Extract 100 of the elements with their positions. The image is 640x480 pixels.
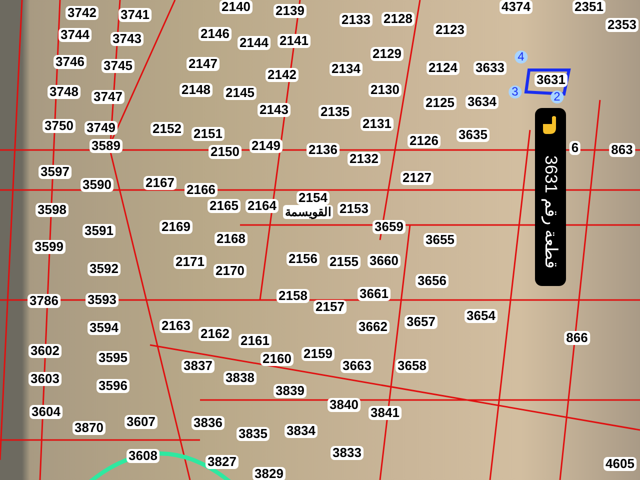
road-label: القويسمة [283,205,333,219]
parcel-number: 3742 [66,6,98,20]
parcel-number: 2167 [144,176,176,190]
parcel-number: 4605 [604,457,636,471]
parcel-number: 2168 [214,232,248,246]
parcel-number: 2129 [370,47,404,61]
parcel-number: 2148 [180,83,212,97]
parcel-number: 2145 [224,86,256,100]
parcel-number: 3598 [36,203,68,217]
parcel-number: 3660 [368,254,400,268]
parcel-number: 3596 [96,379,130,393]
parcel-number: 2136 [306,143,340,157]
parcel-number: 6 [569,141,581,155]
parcel-number: 3835 [236,427,270,441]
parcel-number: 3829 [252,467,286,480]
parcel-number: 2156 [286,252,320,266]
parcel-number: 3841 [368,406,402,420]
parcel-number: 2164 [246,199,278,213]
parcel-number: 3602 [28,344,62,358]
parcel-number: 3657 [404,315,438,329]
parcel-number: 2161 [238,334,272,348]
parcel-number: 2162 [198,327,232,341]
parcel-number: 3631 [534,73,568,87]
parcel-number: 3839 [274,384,306,398]
parcel-number: 3840 [328,398,360,412]
parcel-number: 4374 [500,0,532,14]
parcel-number: 2171 [174,255,206,269]
parcel-number: 3827 [206,455,238,469]
parcel-number: 3746 [54,55,86,69]
parcel-number: 3748 [48,85,80,99]
parcel-number: 2133 [340,13,372,27]
parcel-number: 2141 [278,34,310,48]
parcel-number: 3604 [30,405,62,419]
parcel-number: 2140 [220,0,252,14]
parcel-number: 3750 [42,119,76,133]
parcel-number: 3635 [456,128,490,142]
parcel-number: 3603 [28,372,62,386]
parcel-number: 2150 [208,145,242,159]
parcel-number: 3607 [124,415,158,429]
parcel-number: 3599 [32,240,66,254]
parcel-number: 2143 [258,103,290,117]
parcel-number: 3595 [96,351,130,365]
parcel-number: 2153 [338,202,370,216]
parcel-number: 2135 [318,105,352,119]
parcel-number: 2142 [266,68,298,82]
parcel-number: 2159 [302,347,334,361]
parcel-number: 2123 [434,23,466,37]
parcel-number: 3786 [28,294,60,308]
parcel-number: 2130 [368,83,402,97]
parcel-number: 2127 [400,171,434,185]
parcel-number: 2139 [274,4,306,18]
parcel-number: 3747 [92,90,124,104]
parcel-number: 3659 [372,220,406,234]
parcel-number: 2165 [208,199,240,213]
parcel-number: 2152 [150,122,184,136]
parcel-number: 3655 [424,233,456,247]
parcel-number: 3662 [356,320,390,334]
parcel-number: 3658 [396,359,428,373]
parcel-number: 3744 [58,28,92,42]
parcel-number: 2151 [192,127,224,141]
parcel-number: 3591 [82,224,116,238]
parcel-number: 2147 [186,57,220,71]
parcel-number: 2353 [606,18,638,32]
vertex-number: 3 [508,86,522,98]
parcel-number: 2170 [214,264,246,278]
parcel-number: 2155 [328,255,360,269]
parcel-number: 2128 [382,12,414,26]
badge-text: قطعة رقم 3631 [540,155,561,269]
parcel-number: 2166 [184,183,218,197]
parcel-number: 2134 [330,62,362,76]
parcel-number: 2157 [314,300,346,314]
parcel-number: 3661 [358,287,390,301]
parcel-number: 3594 [88,321,120,335]
parcel-number: 863 [609,143,635,157]
parcel-number: 2351 [572,0,606,14]
parcel-number: 3592 [88,262,120,276]
parcel-number: 3634 [466,95,498,109]
parcel-number: 3597 [38,165,72,179]
parcel-number: 866 [564,331,590,345]
parcel-number: 3834 [284,424,318,438]
parcel-number: 3656 [416,274,448,288]
parcel-number: 3633 [474,61,506,75]
parcel-number: 3608 [126,449,160,463]
parcel-number: 2149 [250,139,282,153]
parcel-number: 3870 [72,421,106,435]
parcel-number: 3589 [90,139,122,153]
vertex-number: 2 [550,90,564,104]
parcel-number: 2169 [160,220,192,234]
parcel-number: 3654 [464,309,498,323]
parcel-number: 3836 [192,416,224,430]
parcel-number: 3838 [224,371,256,385]
parcel-number: 2131 [360,117,394,131]
parcel-number: 3741 [118,8,152,22]
parcel-number: 2160 [260,352,294,366]
parcel-number: 2146 [198,27,232,41]
parcel-number: 2158 [276,289,310,303]
parcel-number: 3743 [110,32,144,46]
parcel-number: 3745 [102,59,134,73]
parcel-number: 2144 [238,36,270,50]
parcel-number: 2132 [348,152,380,166]
